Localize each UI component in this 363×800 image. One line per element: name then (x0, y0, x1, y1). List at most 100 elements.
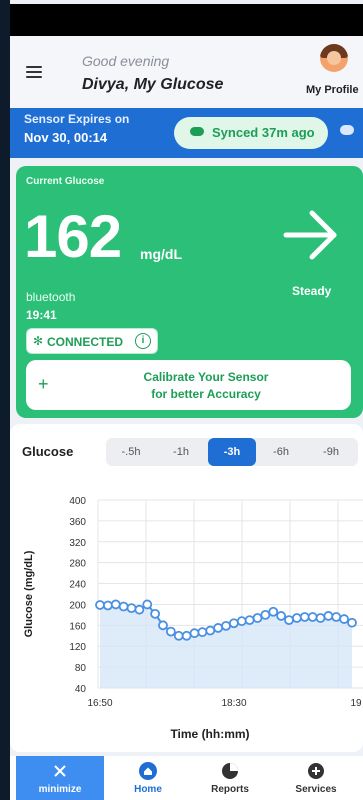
y-tick-label: 240 (69, 580, 86, 591)
nav-home[interactable]: Home (104, 756, 192, 800)
y-tick-label: 320 (69, 538, 86, 549)
plus-circle-icon (308, 763, 324, 779)
data-point (189, 628, 200, 639)
data-point (347, 617, 357, 628)
data-point (284, 615, 294, 626)
home-icon (139, 762, 157, 780)
cloud-upload-icon[interactable] (340, 125, 354, 135)
data-point (158, 620, 168, 631)
x-tick-label: 16:50 (87, 698, 112, 709)
sync-status-button[interactable]: Synced 37m ago (174, 117, 328, 149)
range-option[interactable]: -.5h (106, 438, 156, 466)
status-bar (10, 4, 363, 36)
data-point (299, 612, 310, 622)
sensor-bar: Sensor Expires on Nov 30, 00:14 Synced 3… (10, 108, 363, 158)
data-point (339, 614, 350, 624)
data-point (323, 611, 334, 621)
y-tick-label: 120 (69, 642, 86, 653)
app-screen: Good evening Divya, My Glucose My Profil… (10, 0, 363, 800)
range-option[interactable]: -6h (256, 438, 306, 466)
data-point (236, 616, 247, 627)
data-point (95, 600, 105, 610)
bluetooth-icon: ✻ (33, 334, 44, 348)
data-point (213, 623, 224, 633)
data-point (315, 613, 326, 623)
close-icon (54, 765, 66, 777)
y-axis-label: Glucose (mg/dL) (23, 550, 35, 637)
nav-label: minimize (38, 784, 82, 795)
x-tick-label: 18:30 (221, 698, 246, 709)
data-point (221, 620, 231, 631)
data-point (102, 600, 113, 611)
app-header: Good evening Divya, My Glucose My Profil… (10, 36, 363, 108)
cloud-check-icon (190, 127, 204, 136)
data-point (173, 630, 184, 641)
hamburger-menu-icon[interactable] (26, 66, 42, 78)
data-point (110, 599, 121, 610)
glucose-chart-card: Glucose -.5h -1h -3h -6h -9h 400 360 320 28… (10, 424, 363, 752)
glucose-unit: mg/dL (140, 246, 182, 262)
range-option-active[interactable]: -3h (208, 438, 256, 466)
sensor-expiry-label: Sensor Expires on (24, 112, 130, 126)
pie-chart-icon (222, 763, 238, 779)
data-point (276, 611, 287, 621)
range-option[interactable]: -1h (156, 438, 206, 466)
nav-minimize[interactable]: minimize (16, 756, 104, 800)
avatar[interactable] (320, 44, 348, 72)
connection-status-text: CONNECTED (47, 335, 124, 349)
data-point (126, 603, 137, 614)
data-point (205, 625, 216, 636)
nav-label: Reports (211, 784, 249, 795)
data-point (331, 612, 342, 622)
data-point (268, 606, 279, 617)
trend-arrow-right-icon (283, 210, 337, 260)
greeting-text: Good evening (82, 53, 170, 69)
y-tick-label: 40 (75, 684, 87, 695)
data-point (228, 618, 239, 629)
bottom-nav: minimize Home Reports Services (10, 756, 363, 800)
y-tick-label: 160 (69, 621, 86, 632)
data-point (260, 609, 271, 620)
range-selector: -.5h -1h -3h -6h -9h (106, 438, 358, 466)
nav-label: Services (295, 784, 337, 795)
data-point (244, 615, 255, 626)
reading-time: 19:41 (26, 308, 57, 322)
data-point (181, 630, 192, 641)
y-tick-label: 360 (69, 517, 86, 528)
sensor-expiry-date: Nov 30, 00:14 (24, 130, 108, 145)
chart-title: Glucose (22, 444, 74, 459)
data-point (134, 604, 145, 615)
glucose-line-chart: 400 360 320 280 240 200 160 120 80 4016:50 18:30 19… (23, 496, 363, 741)
current-glucose-value: 162 (24, 203, 122, 270)
x-tick-label: 19 (350, 698, 362, 709)
data-point (150, 608, 161, 619)
y-tick-label: 280 (69, 559, 86, 570)
info-icon[interactable]: i (135, 333, 151, 349)
y-tick-label: 80 (75, 663, 87, 674)
x-axis-label: Time (hh:mm) (170, 727, 249, 741)
nav-label: Home (134, 784, 162, 795)
current-glucose-label: Current Glucose (26, 176, 105, 187)
range-option[interactable]: -9h (306, 438, 356, 466)
data-point (118, 601, 129, 612)
source-label: bluetooth (26, 290, 76, 304)
user-name-title: Divya, My Glucose (82, 76, 224, 93)
sync-status-text: Synced 37m ago (212, 125, 315, 140)
nav-reports[interactable]: Reports (186, 756, 274, 800)
y-tick-label: 400 (69, 496, 86, 507)
plus-icon: + (38, 374, 49, 394)
data-point (142, 599, 153, 610)
y-tick-label: 200 (69, 600, 86, 611)
data-point (307, 612, 318, 622)
data-point (291, 613, 302, 623)
calibrate-text: Calibrate Your Sensor for better Accurac… (143, 370, 269, 401)
data-point (197, 627, 208, 638)
trend-label: Steady (292, 284, 332, 298)
nav-services[interactable]: Services (272, 756, 360, 800)
data-point (252, 613, 263, 623)
connection-status-badge: ✻ CONNECTED i (26, 328, 158, 354)
current-glucose-card: Current Glucose 162 mg/dL Steady bluetoo… (16, 166, 363, 418)
my-profile-link[interactable]: My Profile (306, 84, 359, 96)
data-point (165, 626, 176, 637)
calibrate-sensor-button[interactable]: + Calibrate Your Sensor for better Accur… (26, 360, 351, 410)
